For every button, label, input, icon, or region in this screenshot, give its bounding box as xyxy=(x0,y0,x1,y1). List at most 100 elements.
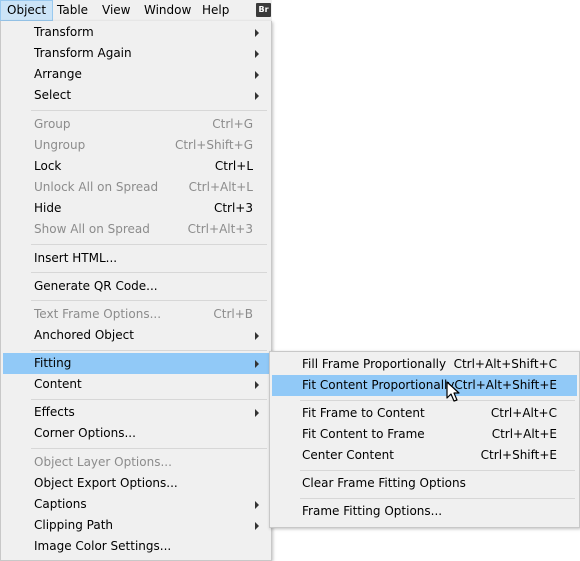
menu-item-shortcut: Ctrl+L xyxy=(214,159,253,173)
menu-item-fill-frame-proportionally[interactable]: Fill Frame Proportionally Ctrl+Alt+Shift… xyxy=(272,354,577,375)
menu-item-shortcut: Ctrl+B xyxy=(213,307,253,321)
menu-item-label: Ungroup xyxy=(34,138,86,152)
menu-item-captions[interactable]: Captions xyxy=(3,494,269,515)
menu-item-label: Image Color Settings... xyxy=(34,539,172,553)
menu-item-fit-content-to-frame[interactable]: Fit Content to Frame Ctrl+Alt+E xyxy=(272,424,577,445)
menu-item-label: Clear Frame Fitting Options xyxy=(302,476,466,490)
chevron-right-icon xyxy=(255,409,259,417)
menu-item-fit-content-proportionally[interactable]: Fit Content Proportionally Ctrl+Alt+Shif… xyxy=(272,375,577,396)
menu-item-label: Fitting xyxy=(34,356,72,370)
menu-separator xyxy=(31,272,267,273)
menu-item-label: Fill Frame Proportionally xyxy=(302,357,447,371)
chevron-right-icon xyxy=(255,381,259,389)
menu-item-corner-options[interactable]: Corner Options... xyxy=(3,423,269,444)
menu-item-label: Hide xyxy=(34,201,62,215)
menu-item-label: Clipping Path xyxy=(34,518,114,532)
menu-item-label: Fit Content Proportionally xyxy=(302,378,455,392)
chevron-right-icon xyxy=(255,71,259,79)
menu-item-text-frame-options[interactable]: Text Frame Options... Ctrl+B xyxy=(3,304,269,325)
menu-separator xyxy=(300,400,575,401)
menu-item-clipping-path[interactable]: Clipping Path xyxy=(3,515,269,536)
menu-item-fitting[interactable]: Fitting xyxy=(3,353,269,374)
chevron-right-icon xyxy=(255,332,259,340)
menu-item-insert-html[interactable]: Insert HTML... xyxy=(3,248,269,269)
menu-item-center-content[interactable]: Center Content Ctrl+Shift+E xyxy=(272,445,577,466)
menubar-table[interactable]: Table xyxy=(51,0,94,21)
menu-item-select[interactable]: Select xyxy=(3,85,269,106)
menubar-window[interactable]: Window xyxy=(138,0,197,21)
menu-separator xyxy=(300,498,575,499)
menu-item-image-color-settings[interactable]: Image Color Settings... xyxy=(3,536,269,557)
menu-item-label: Content xyxy=(34,377,82,391)
menu-item-show-all-on-spread[interactable]: Show All on Spread Ctrl+Alt+3 xyxy=(3,219,269,240)
menu-item-object-layer-options[interactable]: Object Layer Options... xyxy=(3,452,269,473)
menu-item-label: Generate QR Code... xyxy=(34,279,158,293)
menu-item-shortcut: Ctrl+G xyxy=(212,117,253,131)
menu-item-label: Transform Again xyxy=(34,46,132,60)
menu-item-label: Fit Content to Frame xyxy=(302,427,425,441)
menu-item-label: Insert HTML... xyxy=(34,251,118,265)
menu-item-label: Transform xyxy=(34,25,94,39)
menu-separator xyxy=(31,350,267,351)
chevron-right-icon xyxy=(255,522,259,530)
menu-item-label: Anchored Object xyxy=(34,328,134,342)
menu-item-unlock-all-on-spread[interactable]: Unlock All on Spread Ctrl+Alt+L xyxy=(3,177,269,198)
menu-item-transform[interactable]: Transform xyxy=(3,22,269,43)
menu-bar: Object Table View Window Help Br xyxy=(0,0,272,22)
menu-item-lock[interactable]: Lock Ctrl+L xyxy=(3,156,269,177)
menu-item-shortcut: Ctrl+Alt+L xyxy=(188,180,253,194)
menu-separator xyxy=(300,470,575,471)
menu-item-label: Object Export Options... xyxy=(34,476,178,490)
menu-item-label: Text Frame Options... xyxy=(34,307,162,321)
menu-item-label: Frame Fitting Options... xyxy=(302,504,443,518)
menu-separator xyxy=(31,110,267,111)
menu-item-label: Select xyxy=(34,88,72,102)
menu-item-object-export-options[interactable]: Object Export Options... xyxy=(3,473,269,494)
menu-item-shortcut: Ctrl+Alt+3 xyxy=(187,222,253,236)
menu-item-generate-qr-code[interactable]: Generate QR Code... xyxy=(3,276,269,297)
menu-item-label: Center Content xyxy=(302,448,394,462)
menu-separator xyxy=(31,399,267,400)
menu-item-label: Corner Options... xyxy=(34,426,136,440)
menu-item-anchored-object[interactable]: Anchored Object xyxy=(3,325,269,346)
menubar-help[interactable]: Help xyxy=(196,0,235,21)
menu-item-content[interactable]: Content xyxy=(3,374,269,395)
menu-item-label: Unlock All on Spread xyxy=(34,180,159,194)
object-menu: Transform Transform Again Arrange Select… xyxy=(0,21,272,561)
mouse-pointer-icon xyxy=(446,381,460,402)
menu-separator xyxy=(31,300,267,301)
menu-item-shortcut: Ctrl+Alt+C xyxy=(490,406,557,420)
menu-item-shortcut: Ctrl+Alt+Shift+C xyxy=(453,357,557,371)
chevron-right-icon xyxy=(255,360,259,368)
menu-item-shortcut: Ctrl+Alt+E xyxy=(491,427,557,441)
chevron-right-icon xyxy=(255,92,259,100)
menu-item-label: Arrange xyxy=(34,67,82,81)
chevron-right-icon xyxy=(255,501,259,509)
chevron-right-icon xyxy=(255,29,259,37)
menu-item-hide[interactable]: Hide Ctrl+3 xyxy=(3,198,269,219)
menu-item-shortcut: Ctrl+Alt+Shift+E xyxy=(454,378,557,392)
menu-separator xyxy=(31,448,267,449)
menu-item-label: Group xyxy=(34,117,71,131)
menu-item-group[interactable]: Group Ctrl+G xyxy=(3,114,269,135)
menu-item-ungroup[interactable]: Ungroup Ctrl+Shift+G xyxy=(3,135,269,156)
menu-item-label: Effects xyxy=(34,405,75,419)
menu-item-fit-frame-to-content[interactable]: Fit Frame to Content Ctrl+Alt+C xyxy=(272,403,577,424)
menu-item-label: Show All on Spread xyxy=(34,222,150,236)
menu-item-shortcut: Ctrl+Shift+E xyxy=(480,448,557,462)
menu-item-label: Captions xyxy=(34,497,87,511)
menu-item-clear-frame-fitting-options[interactable]: Clear Frame Fitting Options xyxy=(272,473,577,494)
menu-item-transform-again[interactable]: Transform Again xyxy=(3,43,269,64)
menu-item-frame-fitting-options[interactable]: Frame Fitting Options... xyxy=(272,501,577,522)
menu-item-shortcut: Ctrl+Shift+G xyxy=(174,138,253,152)
menu-item-label: Lock xyxy=(34,159,62,173)
bridge-icon[interactable]: Br xyxy=(256,3,271,17)
menu-item-effects[interactable]: Effects xyxy=(3,402,269,423)
menu-item-label: Object Layer Options... xyxy=(34,455,172,469)
menu-item-shortcut: Ctrl+3 xyxy=(213,201,253,215)
menu-item-arrange[interactable]: Arrange xyxy=(3,64,269,85)
chevron-right-icon xyxy=(255,50,259,58)
menu-separator xyxy=(31,244,267,245)
menubar-view[interactable]: View xyxy=(96,0,136,21)
menubar-object[interactable]: Object xyxy=(0,0,54,21)
